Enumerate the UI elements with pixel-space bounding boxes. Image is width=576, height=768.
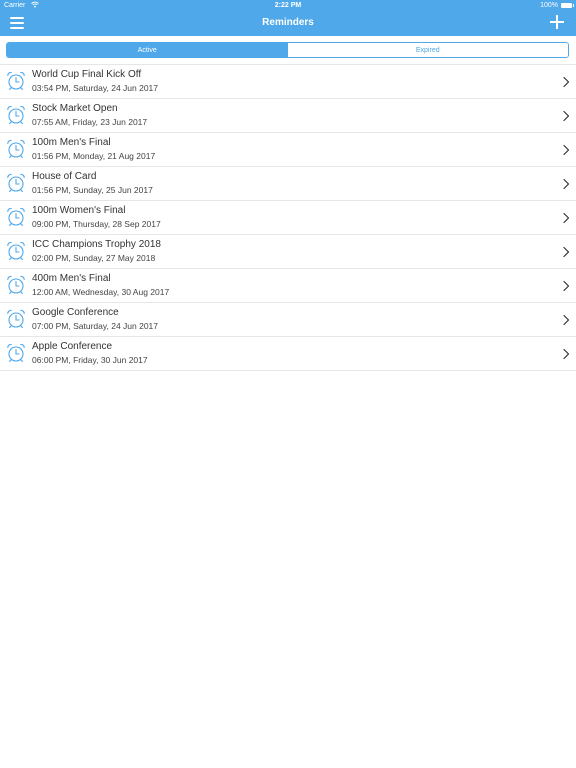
add-reminder-button[interactable]: [550, 15, 564, 29]
battery-icon: [561, 3, 574, 8]
status-bar: Carrier 2:22 PM 100%: [0, 0, 576, 12]
status-time: 2:22 PM: [274, 2, 302, 9]
reminder-title: Apple Conference: [32, 341, 113, 352]
chevron-right-icon: [563, 314, 570, 326]
reminder-title: Google Conference: [32, 307, 119, 318]
chevron-right-icon: [563, 246, 570, 258]
alarm-clock-icon: [7, 139, 25, 159]
alarm-clock-icon: [7, 309, 25, 329]
chevron-right-icon: [563, 76, 570, 88]
chevron-right-icon: [563, 280, 570, 292]
reminder-datetime: 06:00 PM, Friday, 30 Jun 2017: [32, 355, 148, 365]
alarm-clock-icon: [7, 241, 25, 261]
reminder-datetime: 09:00 PM, Thursday, 28 Sep 2017: [32, 219, 161, 229]
reminder-title: House of Card: [32, 171, 97, 182]
reminder-row[interactable]: World Cup Final Kick Off 03:54 PM, Satur…: [0, 65, 576, 99]
battery-percent: 100%: [540, 2, 558, 9]
chevron-right-icon: [563, 212, 570, 224]
tab-active[interactable]: Active: [7, 43, 288, 57]
reminder-row[interactable]: House of Card 01:56 PM, Sunday, 25 Jun 2…: [0, 167, 576, 201]
alarm-clock-icon: [7, 105, 25, 125]
reminder-row[interactable]: Stock Market Open 07:55 AM, Friday, 23 J…: [0, 99, 576, 133]
reminder-datetime: 03:54 PM, Saturday, 24 Jun 2017: [32, 83, 159, 93]
plus-icon-vertical: [556, 15, 558, 29]
reminder-datetime: 01:56 PM, Monday, 21 Aug 2017: [32, 151, 156, 161]
tab-expired[interactable]: Expired: [287, 43, 568, 57]
reminder-title: ICC Champions Trophy 2018: [32, 239, 161, 250]
navigation-bar: Carrier 2:22 PM 100% Reminders: [0, 0, 576, 36]
page-title: Reminders: [262, 17, 314, 28]
reminder-datetime: 02:00 PM, Sunday, 27 May 2018: [32, 253, 156, 263]
reminder-row[interactable]: 100m Women's Final 09:00 PM, Thursday, 2…: [0, 201, 576, 235]
alarm-clock-icon: [7, 343, 25, 363]
chevron-right-icon: [563, 144, 570, 156]
reminder-row[interactable]: ICC Champions Trophy 2018 02:00 PM, Sund…: [0, 235, 576, 269]
chevron-right-icon: [563, 110, 570, 122]
reminder-datetime: 12:00 AM, Wednesday, 30 Aug 2017: [32, 287, 170, 297]
reminder-datetime: 07:00 PM, Saturday, 24 Jun 2017: [32, 321, 159, 331]
reminder-list: World Cup Final Kick Off 03:54 PM, Satur…: [0, 64, 576, 371]
reminder-title: 100m Men's Final: [32, 137, 111, 148]
reminder-row[interactable]: 100m Men's Final 01:56 PM, Monday, 21 Au…: [0, 133, 576, 167]
chevron-right-icon: [563, 178, 570, 190]
alarm-clock-icon: [7, 275, 25, 295]
reminder-title: 100m Women's Final: [32, 205, 126, 216]
reminder-title: Stock Market Open: [32, 103, 118, 114]
filter-segmented-control: Active Expired: [6, 42, 569, 58]
reminder-title: 400m Men's Final: [32, 273, 111, 284]
alarm-clock-icon: [7, 207, 25, 227]
alarm-clock-icon: [7, 71, 25, 91]
chevron-right-icon: [563, 348, 570, 360]
reminder-datetime: 07:55 AM, Friday, 23 Jun 2017: [32, 117, 148, 127]
alarm-clock-icon: [7, 173, 25, 193]
reminder-title: World Cup Final Kick Off: [32, 69, 142, 80]
reminder-datetime: 01:56 PM, Sunday, 25 Jun 2017: [32, 185, 153, 195]
reminder-row[interactable]: 400m Men's Final 12:00 AM, Wednesday, 30…: [0, 269, 576, 303]
reminder-row[interactable]: Google Conference 07:00 PM, Saturday, 24…: [0, 303, 576, 337]
reminder-row[interactable]: Apple Conference 06:00 PM, Friday, 30 Ju…: [0, 337, 576, 371]
